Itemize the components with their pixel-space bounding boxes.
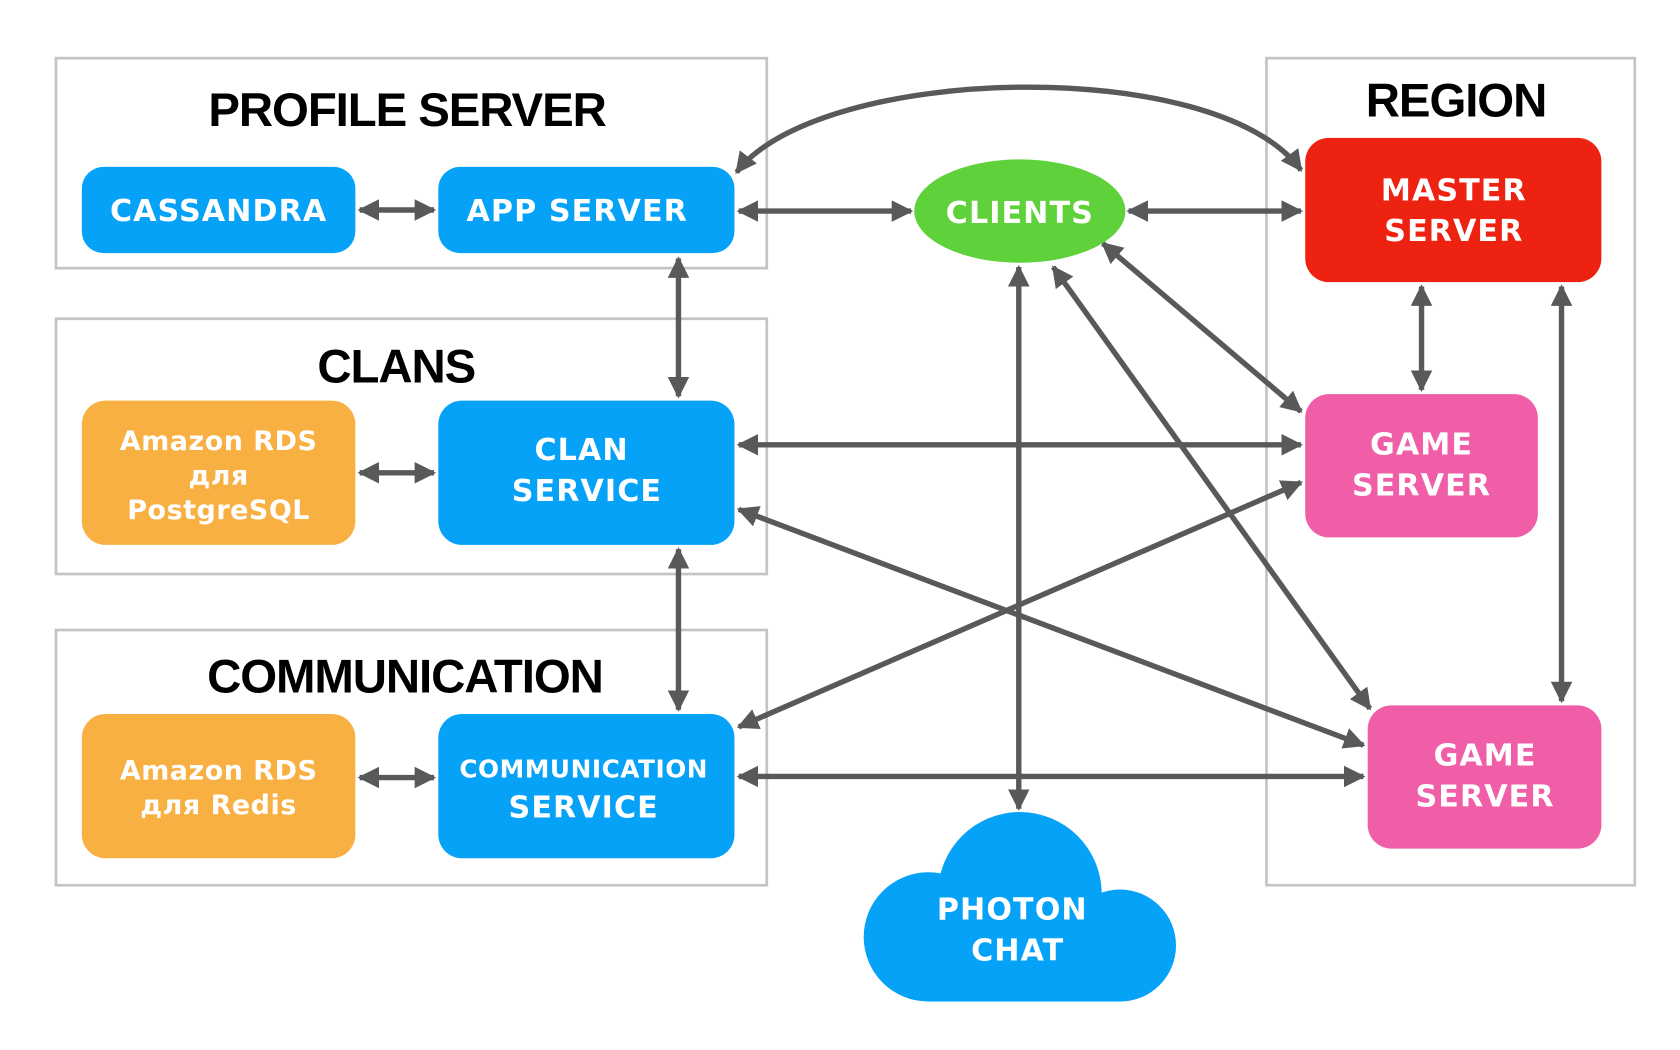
- svg-text:PostgreSQL: PostgreSQL: [127, 495, 310, 526]
- svg-text:для Redis: для Redis: [140, 790, 296, 821]
- svg-text:для: для: [188, 461, 248, 492]
- rds-redis-node[interactable]: Amazon RDS для Redis: [81, 714, 356, 859]
- svg-text:SERVICE: SERVICE: [509, 790, 659, 825]
- profile-server-title: PROFILE SERVER: [208, 84, 606, 137]
- svg-text:CLAN: CLAN: [534, 433, 628, 468]
- svg-text:CLIENTS: CLIENTS: [946, 196, 1094, 231]
- svg-text:SERVICE: SERVICE: [512, 474, 662, 509]
- svg-text:PHOTON: PHOTON: [937, 893, 1088, 928]
- svg-text:MASTER: MASTER: [1381, 173, 1527, 208]
- communication-title: COMMUNICATION: [207, 650, 603, 703]
- svg-text:GAME: GAME: [1434, 739, 1537, 774]
- game-server-1-node[interactable]: GAME SERVER: [1305, 394, 1538, 538]
- svg-text:CHAT: CHAT: [971, 934, 1064, 969]
- photon-chat-cloud[interactable]: PHOTON CHAT: [863, 812, 1176, 1002]
- clans-title: CLANS: [317, 340, 475, 393]
- architecture-diagram: PROFILE SERVER CLANS COMMUNICATION REGIO…: [54, 56, 1637, 1002]
- rds-postgres-node[interactable]: Amazon RDS для PostgreSQL: [81, 400, 356, 545]
- communication-service-node[interactable]: COMMUNICATION SERVICE: [438, 714, 735, 859]
- cassandra-node[interactable]: CASSANDRA: [81, 166, 356, 254]
- svg-text:SERVER: SERVER: [1352, 468, 1491, 503]
- svg-text:COMMUNICATION: COMMUNICATION: [459, 755, 708, 784]
- app-server-node[interactable]: APP SERVER: [438, 166, 735, 254]
- game-server-2-node[interactable]: GAME SERVER: [1367, 705, 1602, 849]
- arrow-clan-game2: [736, 506, 1366, 749]
- svg-text:CASSANDRA: CASSANDRA: [110, 194, 327, 229]
- clan-service-node[interactable]: CLAN SERVICE: [438, 400, 735, 545]
- svg-text:APP SERVER: APP SERVER: [467, 194, 688, 229]
- svg-text:SERVER: SERVER: [1384, 214, 1523, 249]
- svg-text:GAME: GAME: [1370, 427, 1473, 462]
- master-server-node[interactable]: MASTER SERVER: [1305, 137, 1602, 283]
- svg-text:Amazon RDS: Amazon RDS: [120, 756, 317, 787]
- svg-text:Amazon RDS: Amazon RDS: [120, 426, 317, 457]
- arrow-clients-game1: [1101, 241, 1303, 414]
- region-title: REGION: [1366, 74, 1546, 127]
- svg-text:SERVER: SERVER: [1416, 780, 1555, 815]
- clients-node[interactable]: CLIENTS: [914, 159, 1126, 263]
